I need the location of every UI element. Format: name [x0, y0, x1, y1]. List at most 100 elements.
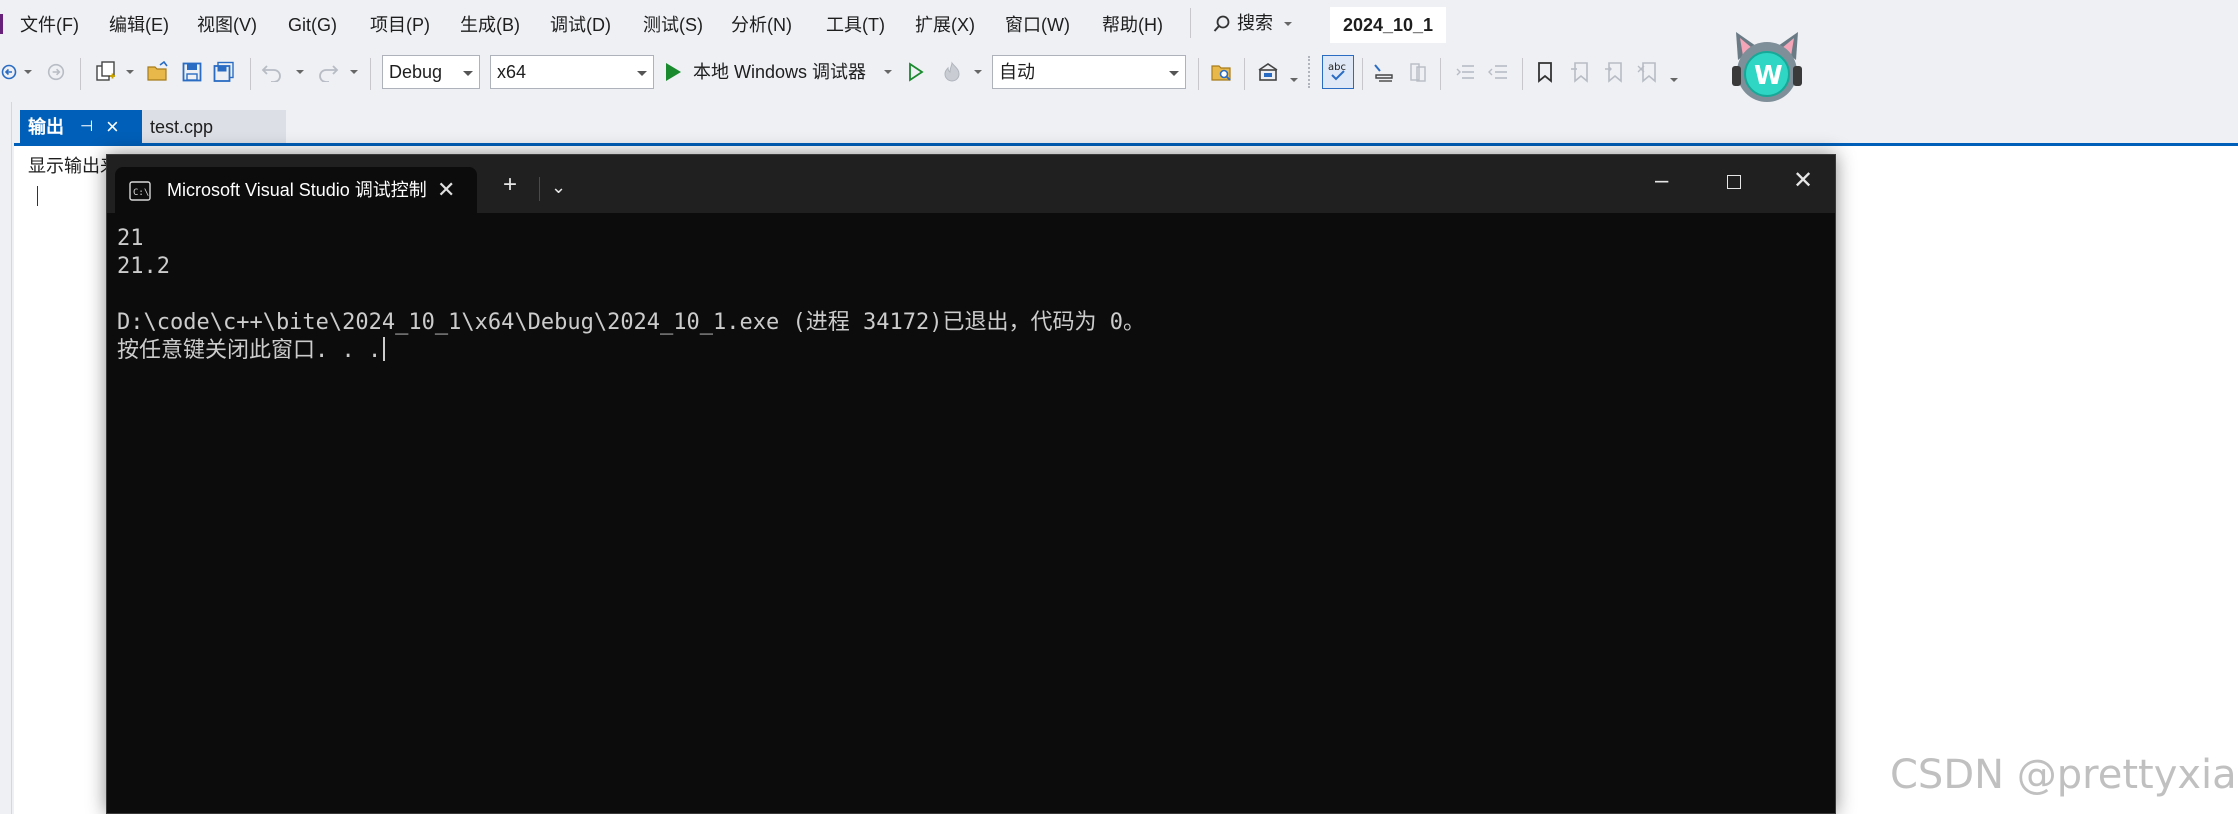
hot-reload-icon[interactable] — [938, 58, 966, 86]
menu-extensions[interactable]: 扩展(X) — [915, 13, 975, 37]
output-source-label: 显示输出来 — [28, 156, 118, 176]
platform-select[interactable]: x64 — [490, 55, 654, 89]
toolbar-separator — [1244, 58, 1245, 90]
console-line: 按任意键关闭此窗口. . . — [117, 338, 382, 363]
debug-console-window[interactable]: C:\ Microsoft Visual Studio 调试控制台 ✕ + ⌄ … — [106, 154, 1836, 814]
toolbar-separator — [80, 58, 81, 90]
console-titlebar[interactable]: C:\ Microsoft Visual Studio 调试控制台 ✕ + ⌄ … — [107, 155, 1835, 213]
save-icon[interactable] — [178, 58, 206, 86]
menu-git[interactable]: Git(G) — [288, 13, 337, 37]
console-output[interactable]: 21 21.2 D:\code\c++\bite\2024_10_1\x64\Deb… — [117, 225, 1145, 365]
avatar[interactable]: W — [1728, 30, 1806, 106]
start-debugging-label: 本地 Windows 调试器 — [693, 62, 867, 82]
indent-icon[interactable] — [1452, 58, 1480, 86]
chevron-down-icon[interactable]: ⌄ — [551, 175, 566, 199]
comment-icon[interactable] — [1370, 58, 1398, 86]
menu-test[interactable]: 测试(S) — [643, 13, 703, 37]
toolbar-separator — [1440, 58, 1441, 90]
toolbar-separator — [250, 58, 251, 90]
console-cursor — [383, 337, 386, 361]
menu-file[interactable]: 文件(F) — [20, 13, 79, 37]
chevron-down-icon — [463, 71, 473, 76]
left-dock-rail — [0, 102, 12, 814]
outdent-icon[interactable] — [1484, 58, 1512, 86]
svg-text:W: W — [1754, 61, 1783, 91]
forward-icon[interactable] — [44, 60, 68, 84]
menu-tools[interactable]: 工具(T) — [826, 13, 885, 37]
previous-bookmark-icon[interactable] — [1566, 58, 1592, 86]
menu-project[interactable]: 项目(P) — [370, 13, 430, 37]
standard-toolbar: Debug x64 本地 Windows 调试器 自动 abc — [0, 50, 2238, 102]
new-project-icon[interactable] — [92, 58, 120, 86]
menu-divider — [1190, 8, 1191, 38]
console-line: 21.2 — [117, 254, 170, 279]
search-button[interactable]: 搜索 — [1213, 10, 1293, 38]
toolbar-separator — [370, 58, 371, 90]
menu-build[interactable]: 生成(B) — [460, 13, 520, 37]
stack-frame-select[interactable]: 自动 — [992, 55, 1186, 89]
start-debugging-button[interactable]: 本地 Windows 调试器 — [666, 58, 866, 86]
toolbar-separator — [1362, 58, 1363, 90]
chevron-down-icon[interactable] — [126, 70, 134, 74]
save-all-icon[interactable] — [210, 58, 238, 86]
console-line: 21 — [117, 226, 144, 251]
output-text-cursor — [37, 186, 38, 206]
close-icon[interactable]: × — [106, 110, 119, 144]
spell-check-icon[interactable]: abc — [1322, 55, 1354, 89]
maximize-icon[interactable] — [1727, 175, 1741, 189]
toolbar-separator — [1198, 58, 1199, 90]
toolbar-separator — [1522, 58, 1523, 90]
uncomment-icon[interactable] — [1404, 58, 1432, 86]
chevron-down-icon[interactable] — [1290, 78, 1298, 82]
svg-text:C:\: C:\ — [133, 188, 149, 198]
clear-bookmarks-icon[interactable] — [1634, 58, 1660, 86]
bookmark-icon[interactable] — [1532, 58, 1558, 86]
plus-icon[interactable]: + — [503, 173, 517, 197]
tab-test-cpp-label: test.cpp — [150, 117, 214, 137]
redo-icon[interactable] — [314, 58, 342, 86]
open-file-icon[interactable] — [144, 58, 172, 86]
menu-help[interactable]: 帮助(H) — [1102, 13, 1163, 37]
undo-icon[interactable] — [258, 58, 286, 86]
vs-edge-marker — [0, 14, 3, 34]
console-last-line: 按任意键关闭此窗口. . . — [117, 337, 1145, 365]
toolbar-grip[interactable] — [1308, 56, 1318, 88]
next-bookmark-icon[interactable] — [1600, 58, 1626, 86]
menu-view[interactable]: 视图(V) — [197, 13, 257, 37]
back-icon[interactable] — [0, 60, 18, 84]
console-line: D:\code\c++\bite\2024_10_1\x64\Debug\202… — [117, 310, 1145, 335]
configuration-value: Debug — [389, 62, 443, 82]
menu-analyze[interactable]: 分析(N) — [731, 13, 792, 37]
configuration-select[interactable]: Debug — [382, 55, 480, 89]
find-in-files-icon[interactable] — [1208, 58, 1236, 86]
start-without-debug-icon[interactable] — [902, 58, 930, 86]
menu-debug[interactable]: 调试(D) — [550, 13, 611, 37]
console-tab[interactable]: C:\ Microsoft Visual Studio 调试控制台 ✕ — [115, 167, 477, 213]
chevron-down-icon — [1284, 22, 1293, 26]
console-tab-title: Microsoft Visual Studio 调试控制台 — [167, 180, 427, 200]
menu-bar: 文件(F) 编辑(E) 视图(V) Git(G) 项目(P) 生成(B) 调试(… — [0, 0, 2238, 50]
titlebar-separator — [539, 177, 540, 201]
tab-output[interactable]: 输出 ⊣ × — [20, 110, 142, 144]
chevron-down-icon[interactable] — [296, 70, 304, 74]
menu-window[interactable]: 窗口(W) — [1005, 13, 1070, 37]
close-icon[interactable]: ✕ — [1793, 169, 1813, 193]
menu-edit[interactable]: 编辑(E) — [109, 13, 169, 37]
close-icon[interactable]: ✕ — [437, 177, 455, 203]
cmd-icon: C:\ — [129, 181, 151, 201]
tab-test-cpp[interactable]: test.cpp — [142, 110, 286, 144]
toolbox-icon[interactable] — [1254, 58, 1282, 86]
output-panel-tabs: 输出 ⊣ × test.cpp — [14, 110, 2238, 144]
chevron-down-icon[interactable] — [974, 70, 982, 74]
chevron-down-icon[interactable] — [884, 70, 892, 74]
solution-name: 2024_10_1 — [1330, 7, 1446, 43]
chevron-down-icon — [637, 71, 647, 76]
chevron-down-icon[interactable] — [350, 70, 358, 74]
watermark: CSDN @prettyxian — [1890, 752, 2238, 798]
minimize-icon[interactable]: – — [1655, 169, 1668, 193]
chevron-down-icon[interactable] — [24, 70, 32, 74]
platform-value: x64 — [497, 62, 527, 82]
pin-icon[interactable]: ⊣ — [80, 110, 93, 144]
chevron-down-icon[interactable] — [1670, 78, 1678, 82]
